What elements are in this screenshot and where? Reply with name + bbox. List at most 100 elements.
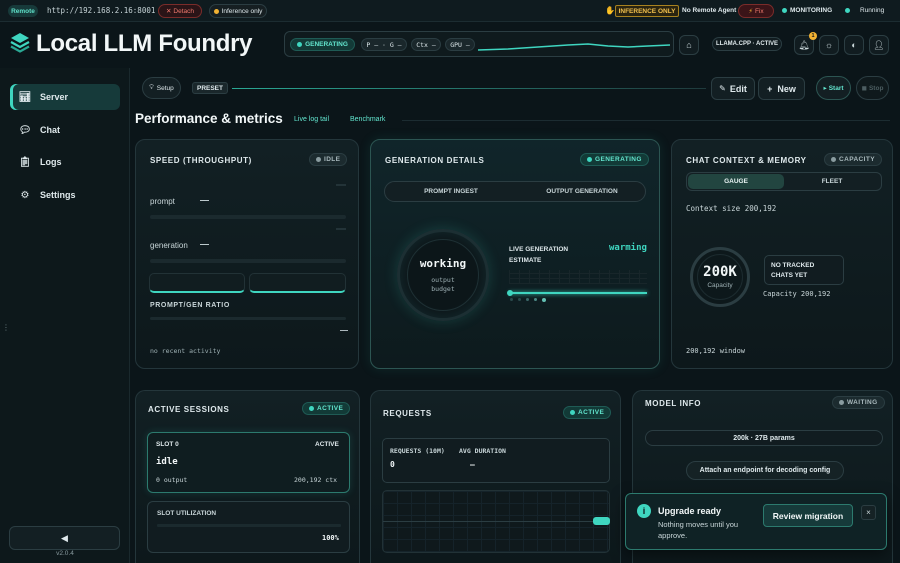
utilization-panel: SLOT UTILIZATION 100%	[147, 501, 350, 553]
edit-button[interactable]: ✎ Edit	[711, 77, 755, 100]
upgrade-toast: i Upgrade ready Nothing moves until you …	[625, 493, 887, 550]
window-value: 200,192 window	[686, 347, 746, 355]
account-button[interactable]: 👤︎	[869, 35, 889, 55]
sessions-card: ACTIVE SESSIONS ACTIVE SLOT 0 ACTIVE idl…	[135, 390, 360, 563]
status-dot-icon	[839, 400, 844, 405]
fix-label: Fix	[754, 7, 764, 15]
sidebar-item-settings[interactable]: ⚙︎ Settings	[10, 182, 120, 208]
inference-only-badge: INFERENCE ONLY	[615, 5, 679, 17]
model-status-badge: WAITING	[832, 396, 885, 409]
preset-label[interactable]: PRESET	[192, 82, 228, 94]
generation-card: GENERATION DETAILS GENERATING PROMPT ING…	[370, 139, 660, 369]
generation-title: GENERATION DETAILS	[385, 156, 485, 165]
estimate-value: warming	[609, 243, 647, 253]
toast-close-button[interactable]: ×	[861, 505, 876, 520]
palette-button[interactable]: ◐	[844, 35, 864, 55]
sessions-title: ACTIVE SESSIONS	[148, 405, 230, 414]
model-params: 200k · 27B params	[645, 430, 883, 446]
home-button[interactable]: ⌂	[679, 35, 699, 55]
monitoring-status: MONITORING	[782, 7, 832, 14]
collapse-sidebar-button[interactable]: ◀	[9, 526, 120, 550]
generation-badge-label: GENERATING	[595, 156, 642, 163]
status-dot-icon	[782, 8, 787, 13]
running-status: Running	[845, 7, 884, 14]
generation-value: —	[200, 239, 209, 249]
resize-handle[interactable]: ⋮	[2, 324, 10, 332]
sessions-status-badge: ACTIVE	[302, 402, 351, 415]
info-icon: i	[637, 504, 651, 518]
sidebar-item-label: Server	[40, 92, 69, 102]
no-remote-agent-text: No Remote Agent	[682, 7, 737, 14]
sidebar-item-logs[interactable]: 📋︎ Logs	[10, 149, 120, 175]
gauge-label: Capacity	[707, 282, 733, 289]
inference-only-label: Inference only	[221, 7, 263, 15]
chat-icon: 💬︎	[18, 124, 32, 136]
tab-live-log-tail[interactable]: Live log tail	[294, 116, 329, 123]
tab-fleet[interactable]: FLEET	[784, 174, 880, 189]
util-label: SLOT UTILIZATION	[157, 510, 217, 517]
sidebar-item-chat[interactable]: 💬︎ Chat	[10, 117, 120, 143]
review-migration-button[interactable]: Review migration	[763, 504, 853, 527]
generation-bar	[150, 259, 346, 263]
tab-prompt-ingest[interactable]: PROMPT INGEST	[385, 182, 517, 201]
estimate-label: LIVE GENERATION ESTIMATE	[509, 246, 569, 264]
lightning-icon: ⚡	[748, 8, 753, 15]
gpu-sparkline	[478, 43, 670, 51]
new-button[interactable]: + New	[758, 77, 805, 100]
requests-title: REQUESTS	[383, 409, 432, 418]
slot-ctx: 200,192 ctx	[294, 476, 338, 484]
model-title: MODEL INFO	[645, 399, 702, 408]
backend-status-badge[interactable]: LLAMA.CPP · ACTIVE	[712, 37, 782, 51]
play-icon: ▸	[823, 85, 827, 92]
close-icon: ×	[866, 508, 871, 517]
generation-status-badge: GENERATING	[580, 153, 649, 166]
fix-button[interactable]: ⚡ Fix	[738, 4, 774, 18]
detach-button[interactable]: ✕ Detach	[158, 4, 202, 18]
bulb-icon: 💡︎	[149, 84, 154, 91]
chevron-left-icon: ◀	[61, 532, 68, 543]
context-tabs: GAUGE FLEET	[686, 172, 882, 191]
slot-name: SLOT 0	[156, 441, 179, 448]
ratio-label: PROMPT/GEN RATIO	[150, 302, 230, 309]
sidebar-item-server[interactable]: 📊︎ Server	[10, 84, 120, 110]
monitoring-label: MONITORING	[790, 7, 833, 14]
ring-main-value: working	[419, 257, 467, 270]
tab-gauge[interactable]: GAUGE	[688, 174, 784, 189]
attach-endpoint-button[interactable]: Attach an endpoint for decoding config	[686, 461, 844, 480]
notifications-button[interactable]: 🔔︎ 1	[794, 32, 817, 55]
tab-output-generation[interactable]: OUTPUT GENERATION	[517, 182, 647, 201]
remote-mode-badge[interactable]: Remote	[8, 5, 38, 17]
clipboard-icon: 📋︎	[18, 156, 32, 168]
toast-body: Nothing moves until you approve.	[658, 520, 739, 540]
no-chats-panel: NO TRACKED CHATS YET	[764, 255, 844, 285]
bell-icon: 🔔︎	[798, 39, 810, 50]
sidebar-item-label: Chat	[40, 125, 60, 135]
home-icon: ⌂	[686, 40, 692, 50]
section-title: Performance & metrics	[135, 111, 283, 126]
setup-button[interactable]: 💡︎ Setup	[142, 77, 181, 99]
requests-card: REQUESTS ACTIVE REQUESTS (10M) 0 AVG DUR…	[370, 390, 621, 563]
requests-chart	[382, 490, 610, 553]
stop-button[interactable]: ◼ Stop	[856, 76, 889, 100]
inference-only-toggle[interactable]: Inference only	[209, 4, 267, 18]
start-label: Start	[828, 84, 844, 92]
hand-icon: ✋	[605, 6, 615, 15]
server-url: http://192.168.2.16:8001	[47, 6, 156, 15]
prompt-gen-metric: P — · G —	[361, 38, 407, 51]
speed-title: SPEED (THROUGHPUT)	[150, 156, 252, 165]
start-button[interactable]: ▸ Start	[816, 76, 851, 100]
status-dot-icon	[213, 8, 219, 14]
theme-button[interactable]: ☼	[819, 35, 839, 55]
status-dot-icon	[297, 42, 303, 47]
sidebar: 📊︎ Server 💬︎ Chat 📋︎ Logs ⚙︎ Settings ◀ v2.0…	[0, 68, 130, 563]
prompt-label: prompt	[150, 197, 175, 206]
slot-card[interactable]: SLOT 0 ACTIVE idle 0 output 200,192 ctx	[147, 432, 350, 493]
tab-benchmark[interactable]: Benchmark	[350, 116, 385, 123]
palette-icon: ◐	[851, 40, 857, 50]
detach-label: Detach	[173, 7, 195, 15]
avg-duration-label: AVG DURATION	[459, 447, 506, 455]
ring-sub-label: output budget	[431, 276, 455, 293]
status-dot-icon	[570, 410, 575, 415]
tick-mark	[336, 228, 346, 230]
requests-stats-panel: REQUESTS (10M) 0 AVG DURATION —	[382, 438, 610, 483]
